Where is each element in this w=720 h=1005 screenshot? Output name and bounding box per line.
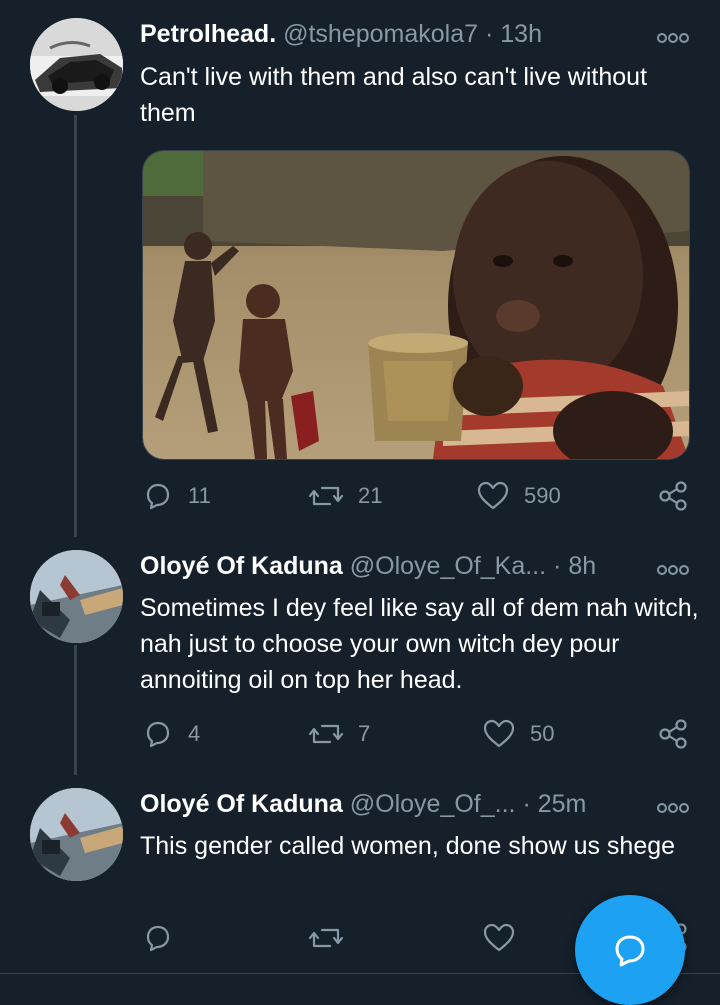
reply-button[interactable]: 4 xyxy=(142,714,200,754)
timestamp[interactable]: 8h xyxy=(568,552,596,580)
heart-icon xyxy=(483,923,515,952)
avatar-image xyxy=(30,788,123,881)
tweet-text: Can't live with them and also can't live… xyxy=(140,63,648,127)
retweet-count: 7 xyxy=(358,721,371,746)
share-button[interactable] xyxy=(656,476,690,516)
compose-reply-button[interactable] xyxy=(575,895,685,1005)
photo-image xyxy=(143,151,689,459)
tweet-text: This gender called women, done show us s… xyxy=(140,832,676,860)
reply-count: 4 xyxy=(188,721,201,746)
more-icon[interactable] xyxy=(656,798,690,818)
separator: · xyxy=(522,790,531,818)
avatar[interactable] xyxy=(30,550,123,643)
avatar[interactable] xyxy=(30,18,123,111)
separator: · xyxy=(553,552,562,580)
user-handle[interactable]: @Oloye_Of_... xyxy=(350,790,516,818)
like-button[interactable] xyxy=(482,918,516,958)
retweet-icon xyxy=(308,486,344,506)
retweet-button[interactable]: 21 xyxy=(308,476,382,516)
display-name[interactable]: Petrolhead. xyxy=(140,20,276,48)
tweet-header: Petrolhead. @tshepomakola7 · 13h xyxy=(140,20,650,54)
timestamp[interactable]: 25m xyxy=(538,790,587,818)
retweet-icon xyxy=(308,724,344,744)
more-icon[interactable] xyxy=(656,560,690,580)
like-button[interactable]: 590 xyxy=(476,476,561,516)
reply-button[interactable] xyxy=(142,918,174,958)
tweet-photo[interactable] xyxy=(142,150,690,460)
retweet-icon xyxy=(308,928,344,948)
display-name[interactable]: Oloyé Of Kaduna xyxy=(140,552,343,580)
retweet-button[interactable] xyxy=(308,918,344,958)
reply-icon xyxy=(146,721,170,748)
tweet-text: Sometimes I dey feel like say all of dem… xyxy=(140,594,699,694)
user-handle[interactable]: @Oloye_Of_Ka... xyxy=(350,552,546,580)
display-name[interactable]: Oloyé Of Kaduna xyxy=(140,790,343,818)
reply-icon xyxy=(146,925,170,952)
reply-count: 11 xyxy=(188,483,211,508)
like-count: 50 xyxy=(530,721,555,746)
tweet-header: Oloyé Of Kaduna @Oloye_Of_... · 25m xyxy=(140,790,650,824)
compose-reply-icon xyxy=(615,935,645,967)
tweet-actions: 11 21 590 xyxy=(140,476,700,516)
heart-icon xyxy=(483,719,515,748)
avatar-image xyxy=(30,18,123,111)
reply-icon xyxy=(146,483,170,510)
tweet[interactable]: Petrolhead. @tshepomakola7 · 13h Can't l… xyxy=(0,0,720,540)
share-button[interactable] xyxy=(656,714,690,754)
retweet-button[interactable]: 7 xyxy=(308,714,370,754)
retweet-count: 21 xyxy=(358,483,383,508)
like-count: 590 xyxy=(524,483,561,508)
like-button[interactable]: 50 xyxy=(482,714,554,754)
avatar-image xyxy=(30,550,123,643)
user-handle[interactable]: @tshepomakola7 xyxy=(283,20,478,48)
timestamp[interactable]: 13h xyxy=(500,20,542,48)
tweet-header: Oloyé Of Kaduna @Oloye_Of_Ka... · 8h xyxy=(140,552,650,586)
reply-button[interactable]: 11 xyxy=(142,476,211,516)
tweet-actions: 4 7 50 xyxy=(140,714,700,754)
heart-icon xyxy=(477,481,509,510)
share-icon xyxy=(659,481,687,511)
share-icon xyxy=(659,719,687,749)
separator: · xyxy=(485,20,494,48)
avatar[interactable] xyxy=(30,788,123,881)
more-icon[interactable] xyxy=(656,28,690,48)
tweet[interactable]: Oloyé Of Kaduna @Oloye_Of_Ka... · 8h Som… xyxy=(0,540,720,780)
